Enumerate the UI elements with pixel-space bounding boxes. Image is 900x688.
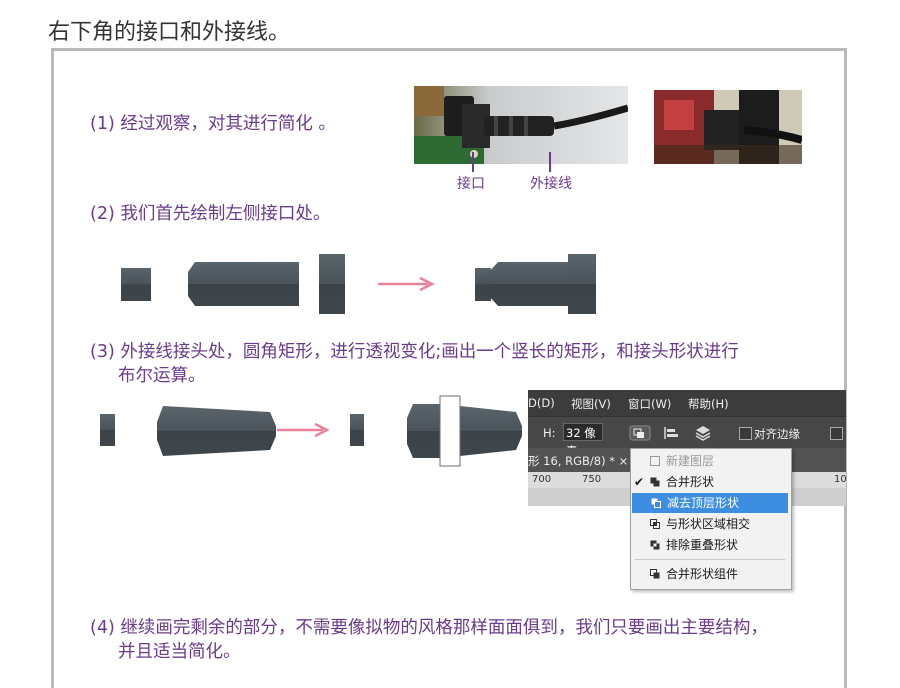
new-layer-icon [650,456,660,466]
menu-item-intersect-shapes[interactable]: 与形状区域相交 [631,514,791,534]
combine-shapes-icon [650,477,660,487]
align-edges-checkbox[interactable] [739,427,752,440]
menu-item-merge-shape-components[interactable]: 合并形状组件 [631,564,791,584]
step2-long-body [188,262,299,306]
path-operations-menu: 新建图层 ✔ 合并形状 减去顶层形状 与形状区域相交 排除重叠形状 合并形状组件 [630,448,792,590]
menu-item-exclude-overlap[interactable]: 排除重叠形状 [631,535,791,555]
ps-menubar: D(D) 视图(V) 窗口(W) 帮助(H) [528,390,846,416]
ps-height-input[interactable]: 32 像素 [563,423,603,458]
align-edges-label: 对齐边缘 [754,427,800,441]
step3-arrow [277,422,330,438]
ruler-mark: 10 [834,474,846,485]
menu-label: 新建图层 [666,454,715,468]
step2-assembled-port [475,254,596,314]
exclude-overlap-icon [650,540,660,550]
step3-small-block [100,414,115,446]
path-alignment-icon[interactable] [662,425,680,441]
menu-label: 合并形状 [666,475,715,489]
menu-label: 与形状区域相交 [666,517,751,531]
ps-height-label: H: [543,426,556,440]
ps-menu-view[interactable]: 视图(V) [571,396,611,412]
menu-label: 合并形状组件 [666,567,739,581]
menu-separator [635,559,785,560]
path-operations-icon[interactable] [629,425,651,441]
subtract-shape-icon [651,498,661,508]
merge-components-icon [650,569,660,579]
checkmark-icon: ✔ [634,475,645,489]
intersect-shapes-icon [650,519,660,529]
ps-menu-window[interactable]: 窗口(W) [628,396,671,412]
step2-small-block [121,268,151,301]
extra-checkbox[interactable] [830,427,843,440]
step3-small-block-result [350,414,364,446]
menu-item-combine-shapes[interactable]: ✔ 合并形状 [631,472,791,492]
ps-menu-d[interactable]: D(D) [528,396,555,410]
menu-label: 减去顶层形状 [667,496,740,510]
step3-boolean-result [407,395,522,467]
menu-item-subtract-front-shape[interactable]: 减去顶层形状 [632,493,788,513]
menu-label: 排除重叠形状 [666,538,739,552]
step2-collar [319,254,345,314]
ruler-mark: 750 [582,474,602,485]
step3-tapered-plug [157,406,276,456]
menu-item-new-layer[interactable]: 新建图层 [631,451,791,471]
ps-document-tab-label: 形 16, RGB/8) * × [528,454,629,468]
step2-arrow [378,276,435,292]
ps-menu-help[interactable]: 帮助(H) [688,396,729,412]
ps-options-bar: H: 32 像素 对齐边缘 [528,416,846,458]
ruler-mark: 700 [532,474,552,485]
path-arrangement-icon[interactable] [693,424,713,442]
